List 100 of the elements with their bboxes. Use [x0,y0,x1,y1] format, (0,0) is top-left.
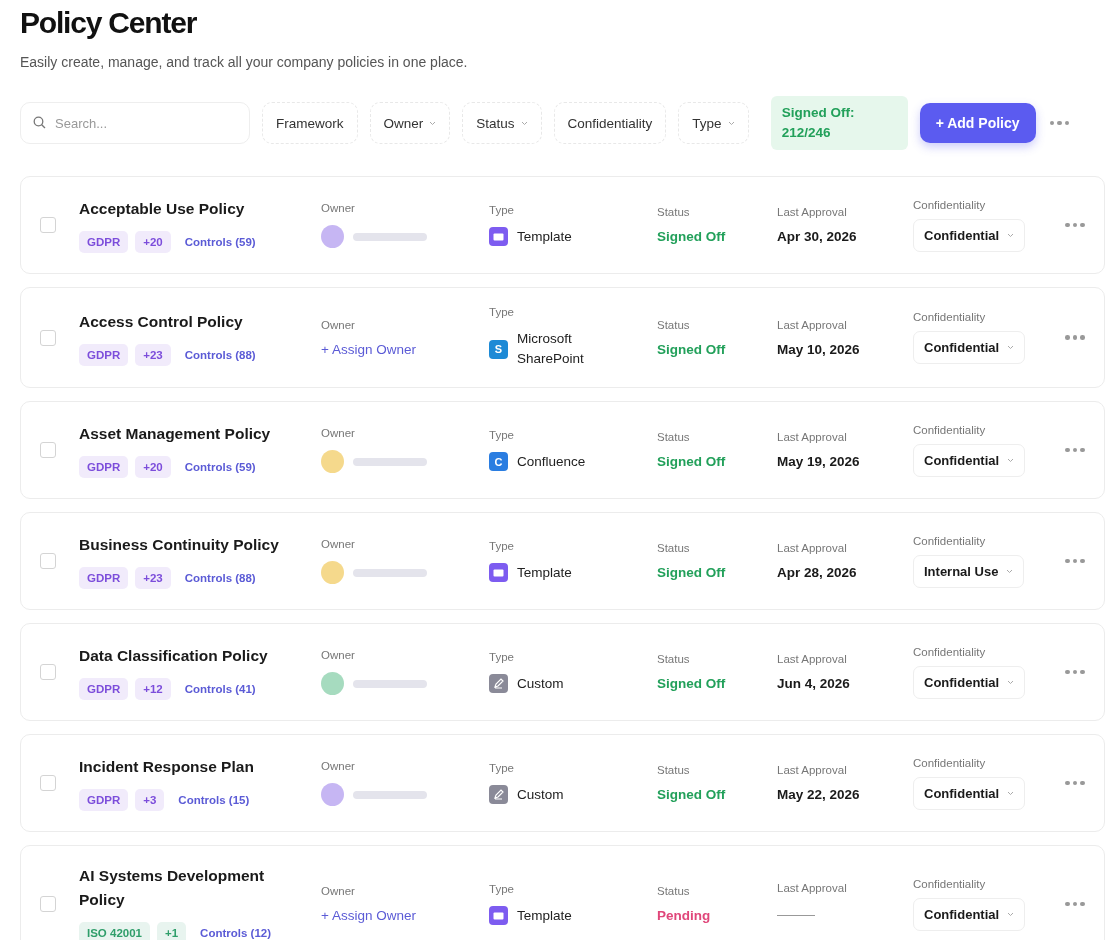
pen-icon [489,674,508,693]
column-label: Type [489,882,515,895]
column-label: Type [489,203,515,216]
add-policy-button[interactable]: + Add Policy [919,103,1036,143]
column-label: Status [657,764,691,776]
filter-dropdown[interactable]: Status [462,102,542,144]
column-label: Owner [321,202,356,214]
column-label: Status [657,431,691,443]
status-label: Signed Off [657,341,727,357]
column-label: Confidentiality [913,423,987,436]
confidentiality-select[interactable]: Confidential [913,218,1026,252]
controls-link[interactable]: Controls (59) [184,461,256,473]
approval-date: Apr 28, 2026 [777,565,858,580]
policy-name: Access Control Policy [79,311,244,332]
confidentiality-select[interactable]: Confidential [913,897,1026,931]
empty-dash [777,915,815,916]
caret-icon [1006,568,1014,574]
controls-link[interactable]: Controls (88) [184,348,256,361]
column-label: Confidentiality [913,198,987,211]
approval-date: Apr 30, 2026 [777,229,858,244]
app-icon: C [489,452,508,471]
extra-count-tag: +23 [135,567,171,589]
type-label: Custom [517,674,565,693]
policy-name: Acceptable Use Policy [79,199,246,219]
column-label: Last Approval [777,542,848,554]
search-field[interactable]: Search... [20,102,250,144]
column-label: Confidentiality [913,756,987,769]
controls-link[interactable]: Controls (12) [200,927,272,939]
column-label: Status [657,318,691,331]
confidentiality-select[interactable]: Confidential [913,443,1026,477]
filter-dropdown[interactable]: Framework [262,102,358,144]
controls-link[interactable]: Controls (41) [184,683,256,695]
caret-icon [727,120,735,126]
framework-tag: GDPR [79,456,129,478]
type-label: Template [517,227,573,246]
controls-link[interactable]: Controls (59) [184,236,256,248]
confidentiality-select[interactable]: Confidential [913,665,1026,699]
type-label: Template [517,563,573,582]
column-label: Owner [321,538,356,550]
column-label: Type [489,539,515,552]
column-label: Last Approval [777,318,848,331]
assign-owner-link[interactable]: + Assign Owner [321,908,416,923]
caret-icon [1007,457,1015,463]
confidentiality-select[interactable]: Internal Use [913,554,1025,588]
caret-icon [1007,679,1015,685]
filter-dropdown[interactable]: Type [678,102,749,144]
controls-link[interactable]: Controls (15) [178,794,250,806]
filter-dropdown[interactable]: Owner [369,102,451,144]
column-label: Status [657,885,691,897]
policy-name: Data Classification Policy [79,646,269,666]
controls-link[interactable]: Controls (88) [184,572,256,584]
row-checkbox[interactable] [40,896,56,912]
policy-name: Business Continuity Policy [79,535,280,555]
status-label: Signed Off [657,787,727,802]
row-checkbox[interactable] [40,442,56,458]
confidentiality-select[interactable]: Confidential [913,331,1026,364]
column-label: Status [657,542,691,554]
type-label: Microsoft SharePoint [517,330,585,368]
assign-owner-link[interactable]: + Assign Owner [321,341,416,357]
column-label: Owner [321,649,356,661]
framework-tag: ISO 42001 [79,922,150,940]
extra-count-tag: +20 [135,231,171,253]
column-label: Last Approval [777,206,848,218]
extra-count-tag: +3 [135,789,165,811]
extra-count-tag: +23 [135,343,171,366]
framework-tag: GDPR [79,678,129,700]
caret-icon [1007,911,1015,917]
pen-icon [489,785,508,804]
type-label: Template [517,906,573,925]
column-label: Status [657,206,691,218]
approval-date: May 22, 2026 [777,787,861,802]
page-title: Policy Center [20,6,198,40]
status-label: Signed Off [657,565,727,580]
row-checkbox[interactable] [40,329,56,346]
row-checkbox[interactable] [40,553,56,569]
column-label: Confidentiality [913,645,987,658]
row-checkbox[interactable] [40,217,56,233]
column-label: Last Approval [777,653,848,665]
column-label: Last Approval [777,431,848,443]
type-label: Custom [517,785,565,804]
column-label: Owner [321,885,356,897]
approval-date: May 19, 2026 [777,454,861,469]
framework-tag: GDPR [79,567,129,589]
caret-icon [1007,790,1015,796]
confidentiality-select[interactable]: Confidential [913,776,1026,810]
filter-dropdown[interactable]: Confidentiality [553,102,667,144]
column-label: Confidentiality [913,311,987,323]
approval-date: Jun 4, 2026 [777,676,851,691]
framework-tag: GDPR [79,343,129,366]
column-label: Status [657,653,691,665]
column-label: Type [489,306,515,318]
policy-name: Asset Management Policy [79,424,272,444]
column-label: Last Approval [777,882,848,894]
row-checkbox[interactable] [40,775,56,791]
status-label: Signed Off [657,229,727,244]
framework-tag: GDPR [79,789,129,811]
template-icon [489,906,508,925]
extra-count-tag: +12 [135,678,171,700]
caret-icon [1007,232,1015,238]
row-checkbox[interactable] [40,664,56,680]
